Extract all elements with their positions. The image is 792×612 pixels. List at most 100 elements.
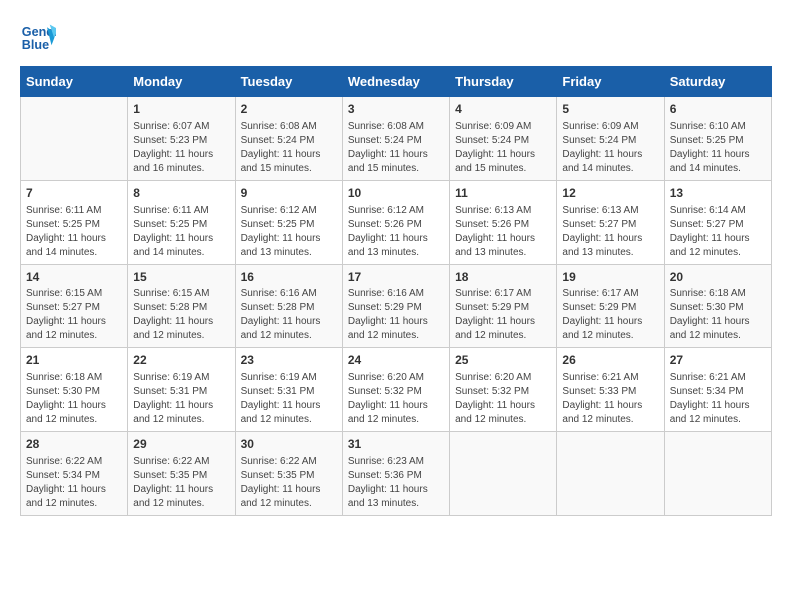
calendar-cell: 6 Sunrise: 6:10 AM Sunset: 5:25 PM Daylig… xyxy=(664,97,771,181)
day-number: 8 xyxy=(133,185,229,202)
calendar-cell: 26 Sunrise: 6:21 AM Sunset: 5:33 PM Dayli… xyxy=(557,348,664,432)
day-number: 28 xyxy=(26,436,122,453)
calendar-cell xyxy=(557,432,664,516)
day-number: 21 xyxy=(26,352,122,369)
day-info: Sunrise: 6:11 AM Sunset: 5:25 PM Dayligh… xyxy=(26,204,122,260)
day-info: Sunrise: 6:08 AM Sunset: 5:24 PM Dayligh… xyxy=(241,120,337,176)
day-number: 5 xyxy=(562,101,658,118)
calendar-cell: 17Sunrise: 6:16 AM Sunset: 5:29 PM Dayli… xyxy=(342,264,449,348)
day-number: 26 xyxy=(562,352,658,369)
calendar-cell xyxy=(664,432,771,516)
day-number: 29 xyxy=(133,436,229,453)
day-number: 2 xyxy=(241,101,337,118)
calendar-week-row: 14Sunrise: 6:15 AM Sunset: 5:27 PM Dayli… xyxy=(21,264,772,348)
day-info: Sunrise: 6:22 AM Sunset: 5:34 PM Dayligh… xyxy=(26,455,122,511)
day-number: 3 xyxy=(348,101,444,118)
calendar-cell: 22 Sunrise: 6:19 AM Sunset: 5:31 PM Dayli… xyxy=(128,348,235,432)
svg-text:Blue: Blue xyxy=(22,38,49,52)
day-number: 15 xyxy=(133,269,229,286)
calendar-cell: 1Sunrise: 6:07 AM Sunset: 5:23 PM Daylig… xyxy=(128,97,235,181)
calendar-cell: 25Sunrise: 6:20 AM Sunset: 5:32 PM Dayli… xyxy=(450,348,557,432)
day-number: 17 xyxy=(348,269,444,286)
calendar-cell: 16Sunrise: 6:16 AM Sunset: 5:28 PM Dayli… xyxy=(235,264,342,348)
calendar-cell: 13Sunrise: 6:14 AM Sunset: 5:27 PM Dayli… xyxy=(664,180,771,264)
day-info: Sunrise: 6:18 AM Sunset: 5:30 PM Dayligh… xyxy=(26,371,122,427)
calendar-cell: 8Sunrise: 6:11 AM Sunset: 5:25 PM Daylig… xyxy=(128,180,235,264)
day-info: Sunrise: 6:13 AM Sunset: 5:26 PM Dayligh… xyxy=(455,204,551,260)
page-header: General Blue xyxy=(20,20,772,56)
day-info: Sunrise: 6:19 AM Sunset: 5:31 PM Dayligh… xyxy=(241,371,337,427)
calendar-cell: 30 Sunrise: 6:22 AM Sunset: 5:35 PM Dayli… xyxy=(235,432,342,516)
calendar-table: SundayMondayTuesdayWednesdayThursdayFrid… xyxy=(20,66,772,516)
calendar-cell: 5 Sunrise: 6:09 AM Sunset: 5:24 PM Daylig… xyxy=(557,97,664,181)
logo: General Blue xyxy=(20,20,60,56)
calendar-cell: 15Sunrise: 6:15 AM Sunset: 5:28 PM Dayli… xyxy=(128,264,235,348)
day-info: Sunrise: 6:15 AM Sunset: 5:28 PM Dayligh… xyxy=(133,287,229,343)
day-info: Sunrise: 6:21 AM Sunset: 5:33 PM Dayligh… xyxy=(562,371,658,427)
calendar-cell: 24 Sunrise: 6:20 AM Sunset: 5:32 PM Dayli… xyxy=(342,348,449,432)
day-number: 22 xyxy=(133,352,229,369)
calendar-cell xyxy=(21,97,128,181)
calendar-week-row: 21 Sunrise: 6:18 AM Sunset: 5:30 PM Dayli… xyxy=(21,348,772,432)
calendar-cell xyxy=(450,432,557,516)
day-info: Sunrise: 6:09 AM Sunset: 5:24 PM Dayligh… xyxy=(455,120,551,176)
day-info: Sunrise: 6:13 AM Sunset: 5:27 PM Dayligh… xyxy=(562,204,658,260)
day-info: Sunrise: 6:09 AM Sunset: 5:24 PM Dayligh… xyxy=(562,120,658,176)
calendar-cell: 2 Sunrise: 6:08 AM Sunset: 5:24 PM Daylig… xyxy=(235,97,342,181)
calendar-cell: 4 Sunrise: 6:09 AM Sunset: 5:24 PM Daylig… xyxy=(450,97,557,181)
calendar-week-row: 1Sunrise: 6:07 AM Sunset: 5:23 PM Daylig… xyxy=(21,97,772,181)
calendar-cell: 31 Sunrise: 6:23 AM Sunset: 5:36 PM Dayli… xyxy=(342,432,449,516)
day-info: Sunrise: 6:20 AM Sunset: 5:32 PM Dayligh… xyxy=(348,371,444,427)
day-number: 20 xyxy=(670,269,766,286)
day-number: 25 xyxy=(455,352,551,369)
day-number: 31 xyxy=(348,436,444,453)
day-info: Sunrise: 6:07 AM Sunset: 5:23 PM Dayligh… xyxy=(133,120,229,176)
calendar-week-row: 7 Sunrise: 6:11 AM Sunset: 5:25 PM Daylig… xyxy=(21,180,772,264)
logo-icon: General Blue xyxy=(20,20,56,56)
day-number: 7 xyxy=(26,185,122,202)
day-info: Sunrise: 6:17 AM Sunset: 5:29 PM Dayligh… xyxy=(455,287,551,343)
day-info: Sunrise: 6:08 AM Sunset: 5:24 PM Dayligh… xyxy=(348,120,444,176)
column-header-monday: Monday xyxy=(128,67,235,97)
column-header-wednesday: Wednesday xyxy=(342,67,449,97)
calendar-cell: 12Sunrise: 6:13 AM Sunset: 5:27 PM Dayli… xyxy=(557,180,664,264)
day-info: Sunrise: 6:19 AM Sunset: 5:31 PM Dayligh… xyxy=(133,371,229,427)
column-header-thursday: Thursday xyxy=(450,67,557,97)
calendar-cell: 28 Sunrise: 6:22 AM Sunset: 5:34 PM Dayli… xyxy=(21,432,128,516)
day-number: 30 xyxy=(241,436,337,453)
column-header-friday: Friday xyxy=(557,67,664,97)
day-number: 4 xyxy=(455,101,551,118)
day-info: Sunrise: 6:12 AM Sunset: 5:25 PM Dayligh… xyxy=(241,204,337,260)
day-info: Sunrise: 6:16 AM Sunset: 5:29 PM Dayligh… xyxy=(348,287,444,343)
day-number: 10 xyxy=(348,185,444,202)
day-number: 11 xyxy=(455,185,551,202)
day-number: 6 xyxy=(670,101,766,118)
day-number: 19 xyxy=(562,269,658,286)
day-number: 24 xyxy=(348,352,444,369)
day-info: Sunrise: 6:10 AM Sunset: 5:25 PM Dayligh… xyxy=(670,120,766,176)
calendar-body: 1Sunrise: 6:07 AM Sunset: 5:23 PM Daylig… xyxy=(21,97,772,516)
day-info: Sunrise: 6:12 AM Sunset: 5:26 PM Dayligh… xyxy=(348,204,444,260)
calendar-cell: 19Sunrise: 6:17 AM Sunset: 5:29 PM Dayli… xyxy=(557,264,664,348)
day-info: Sunrise: 6:22 AM Sunset: 5:35 PM Dayligh… xyxy=(241,455,337,511)
calendar-cell: 11 Sunrise: 6:13 AM Sunset: 5:26 PM Dayli… xyxy=(450,180,557,264)
day-number: 23 xyxy=(241,352,337,369)
calendar-cell: 20Sunrise: 6:18 AM Sunset: 5:30 PM Dayli… xyxy=(664,264,771,348)
calendar-week-row: 28 Sunrise: 6:22 AM Sunset: 5:34 PM Dayli… xyxy=(21,432,772,516)
calendar-cell: 27 Sunrise: 6:21 AM Sunset: 5:34 PM Dayli… xyxy=(664,348,771,432)
day-number: 9 xyxy=(241,185,337,202)
calendar-cell: 21 Sunrise: 6:18 AM Sunset: 5:30 PM Dayli… xyxy=(21,348,128,432)
day-info: Sunrise: 6:15 AM Sunset: 5:27 PM Dayligh… xyxy=(26,287,122,343)
calendar-cell: 18Sunrise: 6:17 AM Sunset: 5:29 PM Dayli… xyxy=(450,264,557,348)
day-number: 18 xyxy=(455,269,551,286)
day-number: 16 xyxy=(241,269,337,286)
day-info: Sunrise: 6:14 AM Sunset: 5:27 PM Dayligh… xyxy=(670,204,766,260)
day-number: 14 xyxy=(26,269,122,286)
calendar-cell: 29Sunrise: 6:22 AM Sunset: 5:35 PM Dayli… xyxy=(128,432,235,516)
day-number: 27 xyxy=(670,352,766,369)
day-info: Sunrise: 6:17 AM Sunset: 5:29 PM Dayligh… xyxy=(562,287,658,343)
calendar-cell: 7 Sunrise: 6:11 AM Sunset: 5:25 PM Daylig… xyxy=(21,180,128,264)
column-header-tuesday: Tuesday xyxy=(235,67,342,97)
day-info: Sunrise: 6:23 AM Sunset: 5:36 PM Dayligh… xyxy=(348,455,444,511)
day-info: Sunrise: 6:21 AM Sunset: 5:34 PM Dayligh… xyxy=(670,371,766,427)
